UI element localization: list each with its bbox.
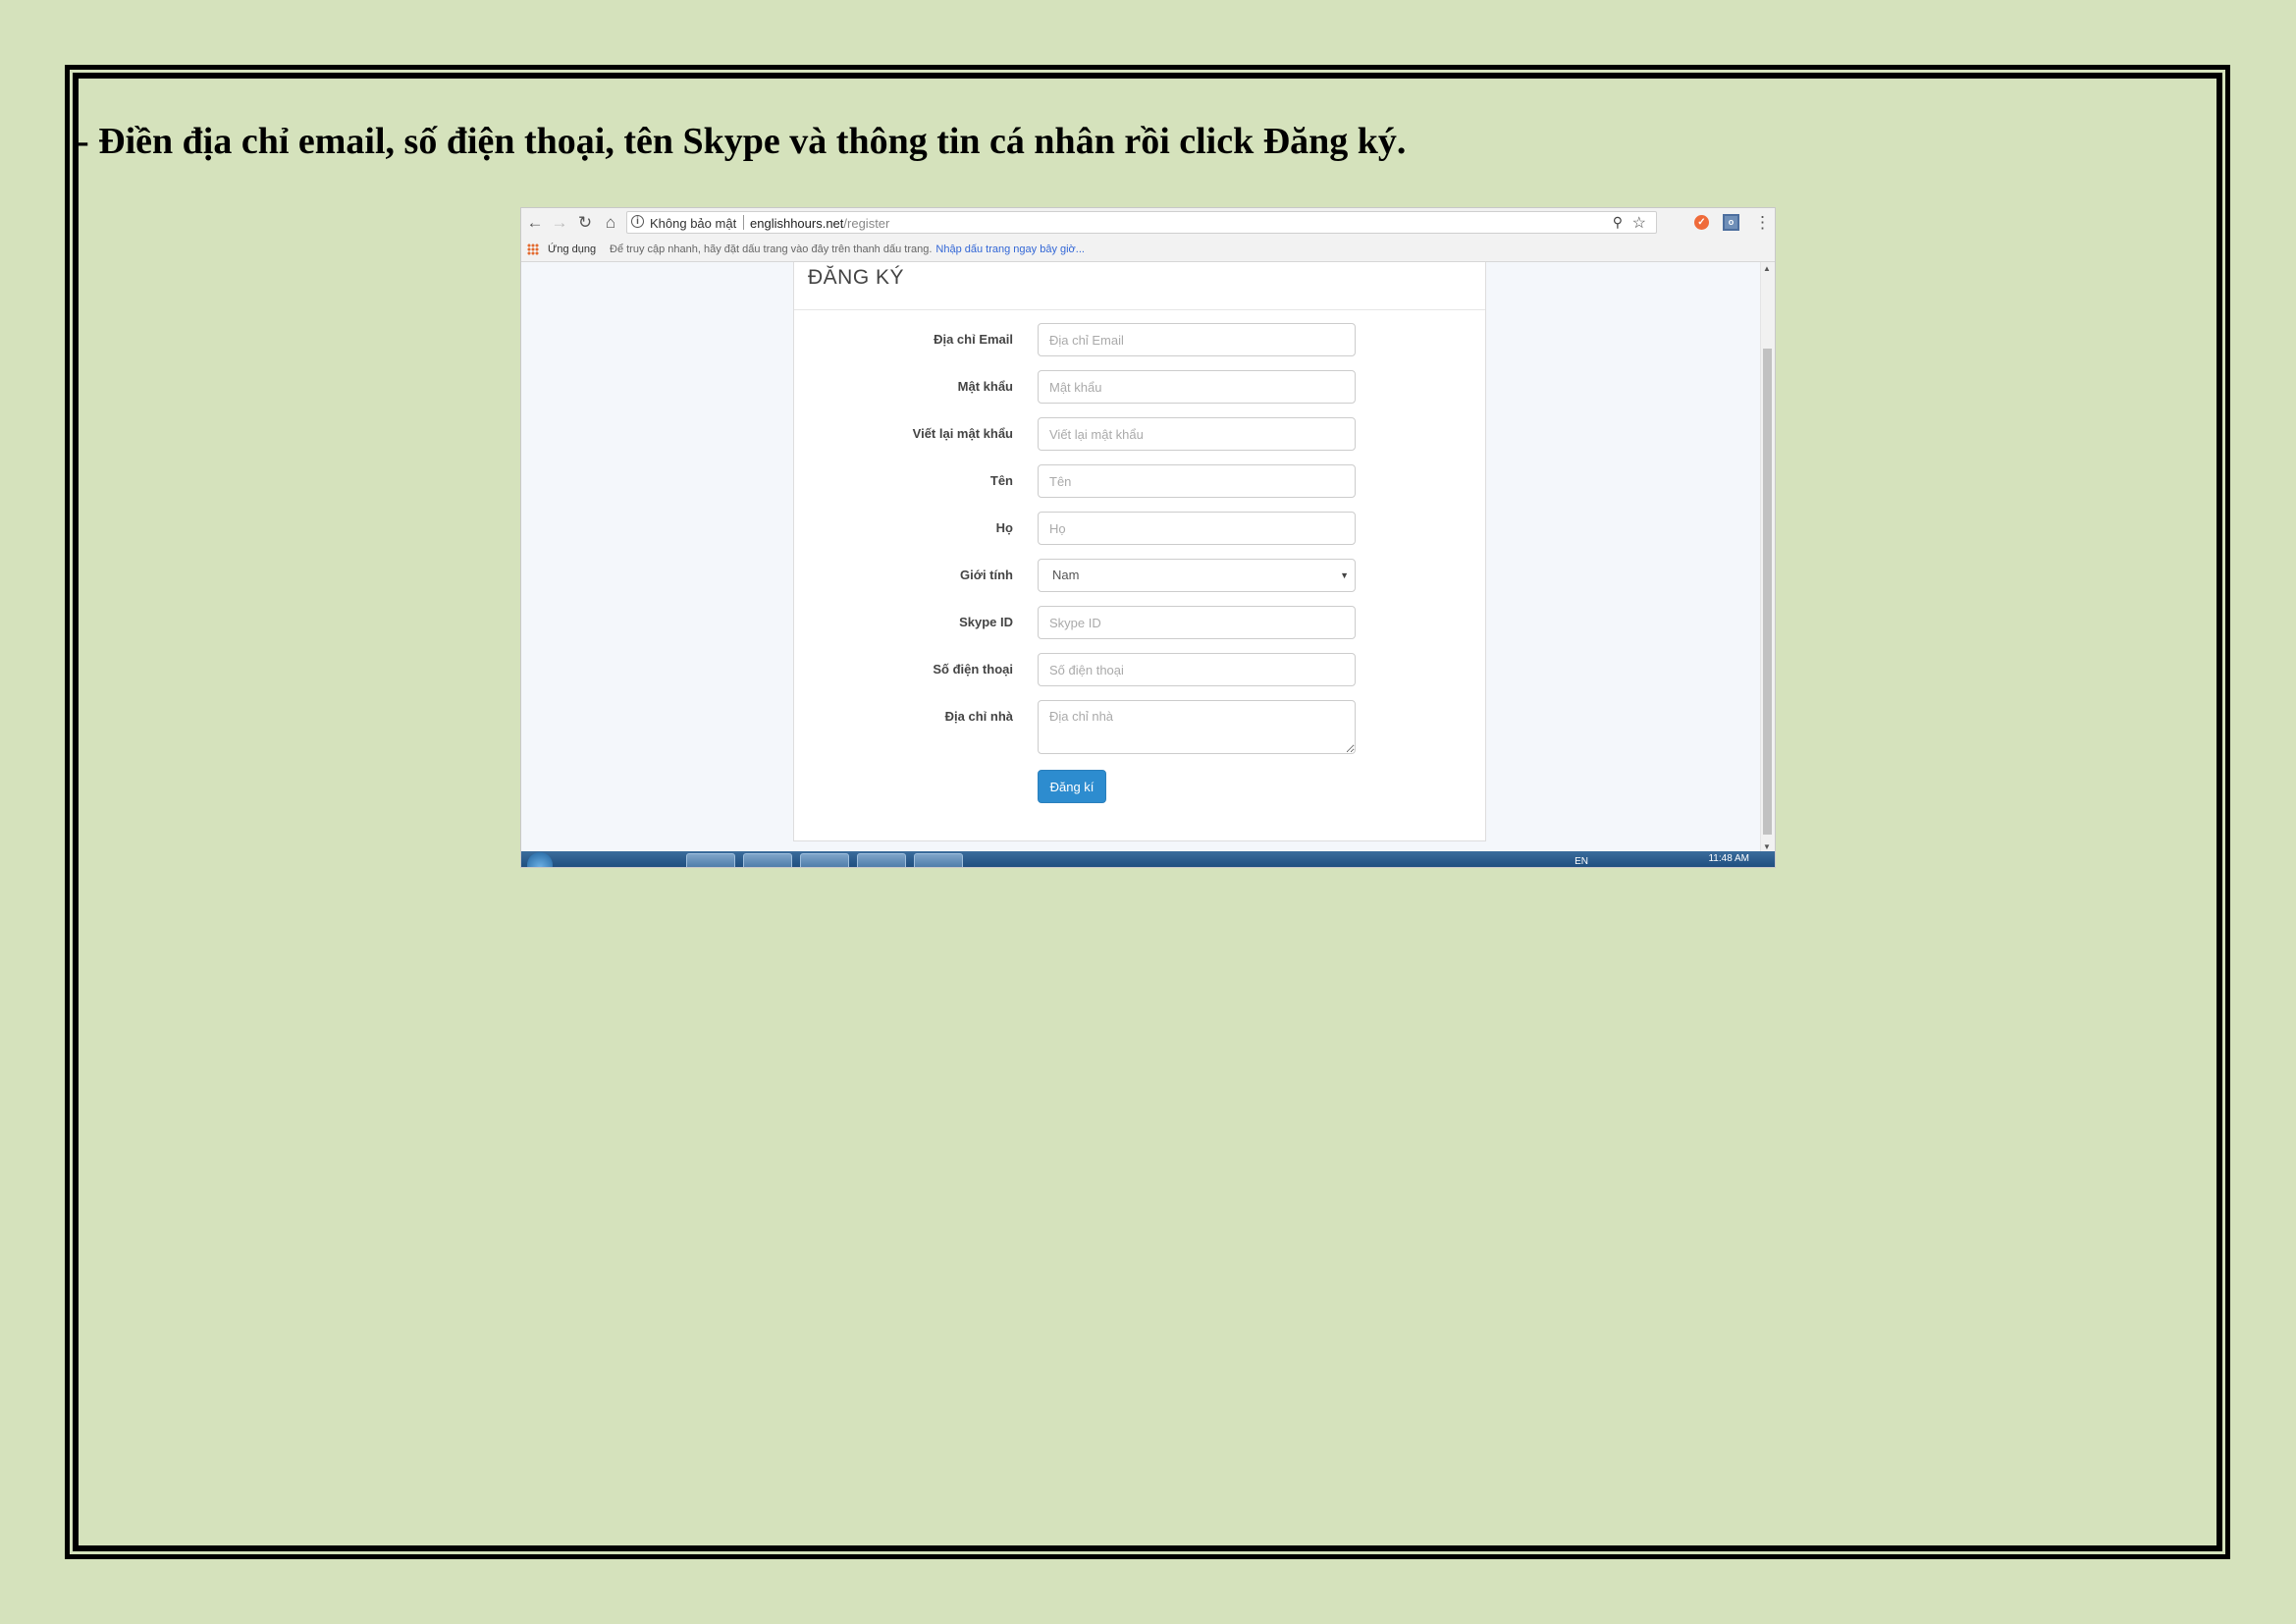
first-name-label: Tên [989, 473, 1013, 488]
key-icon[interactable]: ⚲ [1613, 214, 1623, 231]
taskbar-clock[interactable]: 11:48 AM [1708, 853, 1749, 864]
gender-selected-value: Nam [1052, 568, 1080, 582]
form-row-skype: Skype ID [794, 606, 1485, 639]
form-row-submit: Đăng kí [794, 770, 1485, 803]
form-row-password: Mật khẩu [794, 370, 1485, 404]
bookmarks-bar: Ứng dụng Để truy cập nhanh, hãy đặt dấu … [521, 238, 1775, 262]
back-arrow-icon[interactable]: ← [524, 212, 546, 234]
apps-link[interactable]: Ứng dụng [548, 244, 596, 255]
form-row-last-name: Họ [794, 512, 1485, 545]
scroll-down-icon[interactable]: ▼ [1763, 842, 1771, 851]
language-indicator[interactable]: EN [1575, 856, 1588, 867]
phone-label: Số điện thoại [933, 662, 1013, 677]
chevron-down-icon: ▼ [1340, 570, 1349, 580]
email-field[interactable] [1038, 323, 1356, 356]
taskbar-button[interactable] [743, 853, 792, 867]
scroll-up-icon[interactable]: ▲ [1763, 264, 1771, 273]
address-bar[interactable]: i Không bảo mật englishhours.net/registe… [626, 211, 1657, 234]
extension-icon[interactable]: ✓ [1694, 215, 1709, 230]
password-field[interactable] [1038, 370, 1356, 404]
form-row-gender: Giới tính Nam ▼ [794, 559, 1485, 592]
taskbar-button[interactable] [857, 853, 906, 867]
phone-field[interactable] [1038, 653, 1356, 686]
password-label: Mật khẩu [957, 379, 1013, 394]
skype-label: Skype ID [959, 615, 1013, 629]
gender-select[interactable]: Nam ▼ [1038, 559, 1356, 592]
confirm-password-label: Viết lại mật khẩu [912, 426, 1013, 441]
apps-grid-icon[interactable] [527, 244, 539, 255]
browser-toolbar: ← → ↻ ⌂ i Không bảo mật englishhours.net… [521, 208, 1775, 239]
info-icon[interactable]: i [631, 215, 644, 228]
instruction-text: - Điền địa chỉ email, số điện thoại, tên… [77, 121, 1407, 162]
browser-screenshot: ← → ↻ ⌂ i Không bảo mật englishhours.net… [521, 208, 1775, 867]
panel-heading: ĐĂNG KÝ [794, 262, 1485, 310]
page-title: ĐĂNG KÝ [808, 266, 905, 289]
scrollbar[interactable]: ▲ ▼ [1760, 262, 1775, 851]
first-name-field[interactable] [1038, 464, 1356, 498]
form-row-confirm-password: Viết lại mật khẩu [794, 417, 1485, 451]
bookmarks-hint: Để truy cập nhanh, hãy đặt dấu trang vào… [610, 244, 1085, 255]
star-icon[interactable]: ☆ [1632, 213, 1646, 233]
form-row-phone: Số điện thoại [794, 653, 1485, 686]
skype-id-field[interactable] [1038, 606, 1356, 639]
forward-arrow-icon[interactable]: → [549, 212, 570, 234]
form-row-address: Địa chỉ nhà [794, 700, 1485, 754]
address-divider [743, 215, 744, 230]
taskbar-button[interactable] [914, 853, 963, 867]
windows-start-icon[interactable] [527, 852, 553, 867]
scroll-thumb[interactable] [1763, 349, 1772, 835]
register-panel: ĐĂNG KÝ Địa chỉ Email Mật khẩu Viết lại … [793, 262, 1486, 841]
windows-taskbar: EN 11:48 AM [521, 851, 1775, 867]
security-label[interactable]: Không bảo mật [650, 216, 736, 231]
extension-icon[interactable]: o [1723, 214, 1739, 231]
last-name-label: Họ [995, 520, 1013, 535]
register-button[interactable]: Đăng kí [1038, 770, 1106, 803]
form-row-first-name: Tên [794, 464, 1485, 498]
email-label: Địa chỉ Email [934, 332, 1013, 347]
gender-label: Giới tính [959, 568, 1013, 582]
address-label: Địa chỉ nhà [944, 709, 1013, 724]
page-viewport: ĐĂNG KÝ Địa chỉ Email Mật khẩu Viết lại … [521, 262, 1760, 851]
address-field[interactable] [1038, 700, 1356, 754]
confirm-password-field[interactable] [1038, 417, 1356, 451]
form-row-email: Địa chỉ Email [794, 323, 1485, 356]
taskbar-button[interactable] [686, 853, 735, 867]
reload-icon[interactable]: ↻ [574, 212, 596, 234]
import-bookmarks-link[interactable]: Nhập dấu trang ngay bây giờ... [935, 244, 1085, 255]
home-icon[interactable]: ⌂ [600, 212, 621, 234]
menu-icon[interactable]: ⋮ [1754, 212, 1771, 234]
taskbar-button[interactable] [800, 853, 849, 867]
last-name-field[interactable] [1038, 512, 1356, 545]
url-text[interactable]: englishhours.net/register [750, 216, 889, 231]
